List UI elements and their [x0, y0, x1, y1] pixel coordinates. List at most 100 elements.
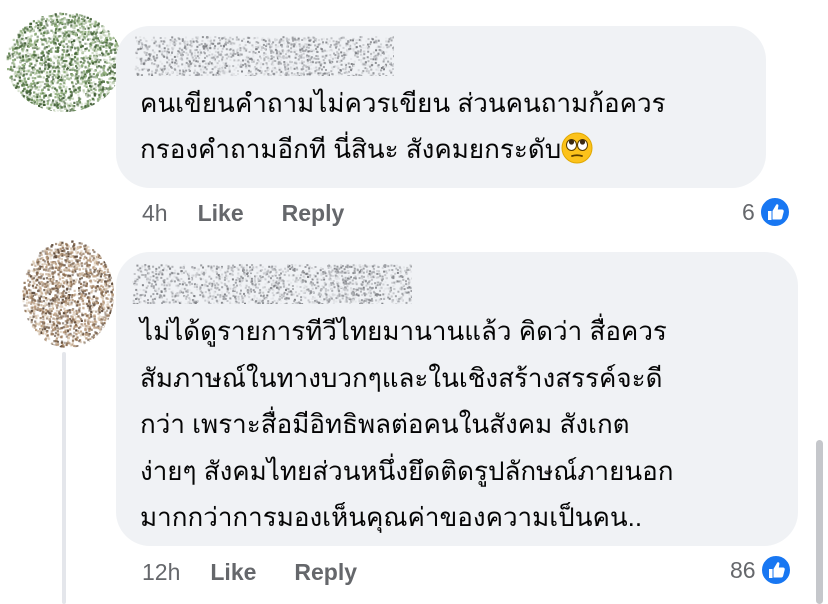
- noise-pixel: [18, 52, 22, 55]
- noise-pixel: [35, 21, 38, 25]
- noise-pixel: [38, 297, 41, 300]
- noise-pixel: [151, 298, 154, 301]
- reply-button[interactable]: Reply: [282, 200, 345, 227]
- noise-pixel: [91, 289, 94, 292]
- reaction-summary[interactable]: 6: [742, 196, 791, 228]
- noise-pixel: [85, 284, 88, 288]
- noise-pixel: [159, 37, 162, 39]
- noise-pixel: [157, 273, 160, 276]
- noise-pixel: [391, 36, 394, 39]
- noise-pixel: [345, 42, 348, 45]
- noise-pixel: [139, 294, 142, 297]
- noise-pixel: [391, 271, 394, 274]
- noise-pixel: [43, 86, 46, 89]
- noise-pixel: [62, 243, 65, 246]
- noise-pixel: [171, 61, 174, 64]
- noise-pixel: [265, 62, 268, 65]
- author-name[interactable]: [134, 36, 394, 76]
- noise-pixel: [29, 62, 32, 65]
- noise-pixel: [83, 262, 86, 265]
- noise-pixel: [140, 45, 143, 48]
- noise-pixel: [23, 286, 26, 289]
- noise-pixel: [268, 60, 271, 62]
- noise-pixel: [55, 304, 58, 307]
- noise-pixel: [96, 285, 99, 288]
- noise-pixel: [65, 64, 69, 67]
- avatar[interactable]: [22, 240, 114, 348]
- noise-pixel: [184, 64, 187, 67]
- noise-pixel: [370, 52, 373, 55]
- noise-pixel: [33, 299, 36, 302]
- noise-pixel: [191, 37, 194, 40]
- noise-pixel: [147, 265, 150, 268]
- noise-pixel: [111, 308, 114, 311]
- noise-pixel: [87, 49, 91, 52]
- noise-pixel: [166, 55, 168, 58]
- noise-pixel: [92, 301, 95, 304]
- avatar[interactable]: [6, 12, 122, 112]
- noise-pixel: [147, 301, 149, 304]
- noise-pixel: [209, 40, 212, 43]
- noise-pixel: [40, 300, 44, 303]
- noise-pixel: [204, 269, 207, 272]
- noise-pixel: [171, 51, 173, 54]
- noise-pixel: [272, 56, 275, 59]
- noise-pixel: [103, 294, 106, 297]
- noise-pixel: [90, 60, 93, 63]
- noise-pixel: [61, 76, 64, 79]
- noise-pixel: [262, 63, 265, 66]
- noise-pixel: [85, 337, 88, 340]
- noise-pixel: [64, 304, 67, 307]
- noise-pixel: [83, 245, 86, 248]
- noise-pixel: [373, 56, 376, 59]
- noise-pixel: [96, 281, 100, 284]
- noise-pixel: [338, 48, 340, 51]
- noise-pixel: [21, 42, 24, 45]
- noise-pixel: [321, 74, 324, 76]
- noise-pixel: [203, 286, 206, 289]
- noise-pixel: [71, 104, 74, 107]
- noise-pixel: [75, 304, 78, 307]
- noise-pixel: [336, 50, 339, 53]
- noise-pixel: [67, 245, 70, 248]
- noise-pixel: [53, 287, 56, 290]
- noise-pixel: [28, 58, 31, 61]
- comment-timestamp[interactable]: 4h: [142, 200, 168, 227]
- noise-pixel: [186, 53, 189, 56]
- noise-pixel: [45, 330, 48, 333]
- noise-pixel: [89, 78, 92, 81]
- noise-pixel: [110, 58, 113, 61]
- noise-pixel: [156, 66, 159, 68]
- noise-pixel: [317, 72, 320, 75]
- noise-pixel: [23, 87, 26, 90]
- noise-pixel: [152, 36, 155, 39]
- noise-pixel: [37, 300, 40, 303]
- noise-pixel: [183, 295, 186, 298]
- noise-pixel: [67, 96, 70, 99]
- author-name[interactable]: [132, 264, 412, 304]
- noise-pixel: [222, 71, 225, 74]
- noise-pixel: [101, 323, 105, 326]
- noise-pixel: [58, 322, 61, 325]
- noise-pixel: [72, 39, 76, 42]
- noise-pixel: [111, 276, 114, 279]
- noise-pixel: [78, 339, 81, 343]
- noise-pixel: [364, 61, 367, 64]
- noise-pixel: [178, 38, 181, 41]
- noise-pixel: [63, 104, 66, 107]
- noise-pixel: [402, 284, 405, 286]
- noise-pixel: [25, 37, 28, 40]
- noise-pixel: [312, 49, 315, 52]
- noise-pixel: [322, 277, 325, 280]
- noise-pixel: [65, 279, 68, 282]
- noise-pixel: [87, 318, 90, 321]
- noise-pixel: [105, 304, 108, 307]
- noise-pixel: [168, 73, 171, 76]
- like-button[interactable]: Like: [198, 200, 244, 227]
- noise-pixel: [61, 53, 64, 56]
- noise-pixel: [50, 343, 53, 346]
- noise-pixel: [184, 66, 186, 69]
- noise-pixel: [45, 299, 48, 302]
- noise-pixel: [71, 315, 74, 318]
- noise-pixel: [58, 275, 61, 278]
